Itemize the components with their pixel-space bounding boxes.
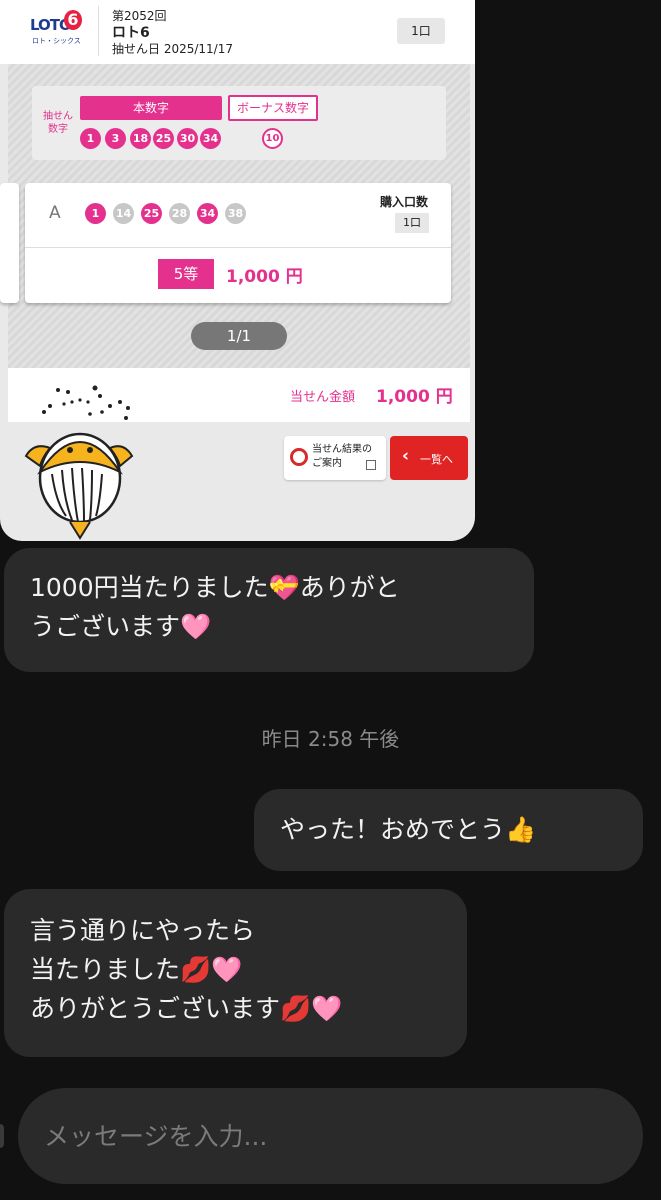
- shared-lottery-image[interactable]: LOTO 6 ロト・シックス 第2052回 ロト6 抽せん日 2025/11/1…: [0, 0, 475, 541]
- results-panel: 抽せん数字 本数字 ボーナス数字 1 3 18 25 30 34 10 A 1 …: [0, 64, 470, 368]
- back-to-list-label: 一覧へ: [420, 453, 453, 466]
- scroll-edge-indicator: [0, 1124, 4, 1148]
- ticket-number-ball: 28: [169, 203, 190, 224]
- ticket-divider: [25, 247, 451, 248]
- ticket-row-label: A: [49, 203, 61, 223]
- prize-rank-badge: 5等: [158, 259, 214, 289]
- main-number-ball: 30: [177, 128, 198, 149]
- main-number-ball: 18: [130, 128, 151, 149]
- message-composer[interactable]: [18, 1088, 643, 1184]
- result-header: LOTO 6 ロト・シックス 第2052回 ロト6 抽せん日 2025/11/1…: [0, 0, 475, 64]
- purchase-count: 1口: [395, 213, 429, 233]
- message-timestamp: 昨日 2:58 午後: [261, 727, 400, 751]
- target-icon: [290, 448, 308, 466]
- main-numbers-tag: 本数字: [80, 96, 222, 120]
- logo-subtext: ロト・シックス: [32, 37, 81, 45]
- main-number-ball: 25: [153, 128, 174, 149]
- ticket-number-ball: 25: [141, 203, 162, 224]
- bonus-number-ball: 10: [262, 128, 283, 149]
- ticket-card: A 1 14 25 28 34 38 購入口数 1口 5等 1,000 円: [25, 183, 451, 303]
- total-winnings-label: 当せん金額: [290, 390, 356, 405]
- total-winnings-amount: 1,000 円: [376, 387, 453, 407]
- ticket-number-ball: 34: [197, 203, 218, 224]
- main-number-ball: 3: [105, 128, 126, 149]
- logo-number: 6: [64, 10, 82, 30]
- incoming-message[interactable]: 1000円当たりました💝ありがと うございます🩷: [4, 548, 534, 672]
- ticket-number-ball: 38: [225, 203, 246, 224]
- bonus-number-tag: ボーナス数字: [228, 95, 318, 121]
- page-indicator: 1/1: [191, 322, 287, 350]
- loto6-logo: LOTO 6 ロト・シックス: [30, 10, 82, 48]
- game-name: ロト6: [112, 25, 150, 41]
- purchase-count-label: 購入口数: [380, 195, 429, 209]
- winning-numbers-label: 抽せん数字: [43, 111, 73, 135]
- result-guide-button[interactable]: 当せん結果の ご案内: [284, 436, 386, 480]
- main-number-ball: 34: [200, 128, 221, 149]
- incoming-message[interactable]: 言う通りにやったら 当たりました💋🩷 ありがとうございます💋🩷: [4, 889, 467, 1057]
- previous-ticket-edge: [0, 183, 19, 303]
- prize-amount: 1,000 円: [226, 267, 303, 287]
- quantity-badge: 1口: [397, 18, 445, 44]
- draw-date: 抽せん日 2025/11/17: [112, 42, 233, 56]
- chevron-left-icon: ‹: [402, 446, 410, 466]
- ticket-number-ball: 1: [85, 203, 106, 224]
- main-number-ball: 1: [80, 128, 101, 149]
- external-link-icon: [366, 460, 376, 470]
- ticket-number-ball: 14: [113, 203, 134, 224]
- header-divider: [98, 6, 99, 56]
- back-to-list-button[interactable]: ‹ 一覧へ: [390, 436, 468, 480]
- message-input[interactable]: [44, 1118, 624, 1154]
- outgoing-message[interactable]: やった！おめでとう👍: [254, 789, 643, 871]
- winning-numbers-box: 抽せん数字 本数字 ボーナス数字 1 3 18 25 30 34 10: [32, 86, 446, 160]
- whale-mascot-icon: [24, 385, 134, 540]
